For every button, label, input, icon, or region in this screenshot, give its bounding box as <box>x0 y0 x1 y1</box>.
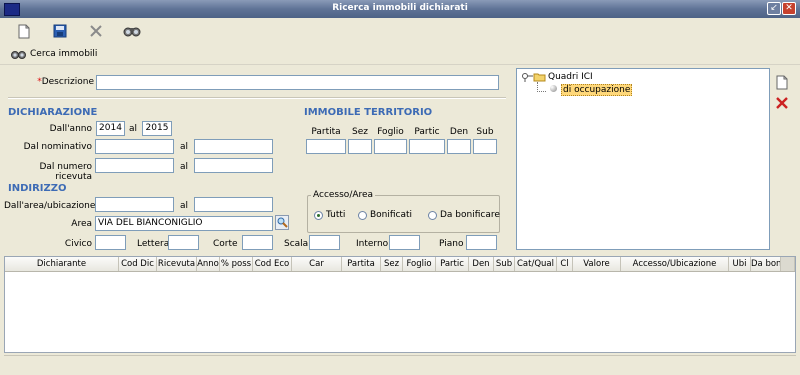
anno-from-input[interactable]: 2014 <box>96 121 125 136</box>
area-ubicazione-to-input[interactable] <box>194 197 273 212</box>
lettera-input[interactable] <box>168 235 199 250</box>
den-header: Den <box>449 127 469 137</box>
bonificati-radio[interactable] <box>358 211 367 220</box>
nominativo-label: Dal nominativo <box>23 142 92 152</box>
col-anno[interactable]: Anno <box>197 257 220 271</box>
bonificati-label[interactable]: Bonificati <box>370 210 412 220</box>
civico-label: Civico <box>64 239 92 249</box>
piano-input[interactable] <box>466 235 497 250</box>
ricevuta-label: Dal numero ricevuta <box>39 162 92 182</box>
tutti-label[interactable]: Tutti <box>326 210 345 220</box>
col-partita[interactable]: Partita <box>342 257 381 271</box>
corte-label: Corte <box>213 239 238 249</box>
col-ubi[interactable]: Ubi <box>729 257 751 271</box>
tree-expander-icon[interactable] <box>521 72 533 82</box>
col-accesso-ubicazione[interactable]: Accesso/Ubicazione <box>621 257 729 271</box>
col-sez[interactable]: Sez <box>381 257 403 271</box>
partita-header: Partita <box>311 127 341 137</box>
sub-input[interactable] <box>473 139 497 154</box>
corte-input[interactable] <box>242 235 273 250</box>
leaf-bullet-icon <box>550 85 557 92</box>
partita-input[interactable] <box>306 139 346 154</box>
col-cod-eco[interactable]: Cod Eco <box>253 257 292 271</box>
col-cl[interactable]: Cl <box>557 257 573 271</box>
indirizzo-section-title: INDIRIZZO <box>8 183 67 194</box>
anno-to-input[interactable]: 2015 <box>142 121 172 136</box>
col-perc-poss[interactable]: % poss <box>220 257 253 271</box>
partic-input[interactable] <box>409 139 445 154</box>
col-sub[interactable]: Sub <box>494 257 515 271</box>
remove-icon[interactable] <box>775 96 789 110</box>
col-cod-dic[interactable]: Cod Dic <box>119 257 157 271</box>
foglio-header: Foglio <box>377 127 404 137</box>
al-label: al <box>180 162 189 172</box>
area-ubicazione-from-input[interactable] <box>95 197 174 212</box>
den-input[interactable] <box>447 139 471 154</box>
col-valore[interactable]: Valore <box>573 257 621 271</box>
binoculars-icon <box>10 47 28 61</box>
sez-input[interactable] <box>348 139 372 154</box>
scala-label: Scala <box>284 239 309 249</box>
foglio-input[interactable] <box>374 139 407 154</box>
title-bar: Ricerca immobili dichiarati ↙ ✕ <box>0 0 800 18</box>
col-car[interactable]: Car <box>292 257 342 271</box>
search-icon[interactable] <box>275 215 289 230</box>
civico-input[interactable] <box>95 235 126 250</box>
sez-header: Sez <box>352 127 368 137</box>
new-document-icon[interactable] <box>13 22 35 40</box>
area-input[interactable]: VIA DEL BIANCONIGLIO <box>95 216 273 231</box>
tree-item-di-occupazione[interactable]: di occupazione <box>561 84 633 96</box>
folder-icon <box>533 72 546 82</box>
toolbar <box>0 18 800 44</box>
binoculars-icon[interactable] <box>121 22 143 40</box>
nominativo-from-input[interactable] <box>95 139 174 154</box>
col-cat-qual[interactable]: Cat/Qual <box>515 257 557 271</box>
descrizione-label: *Descrizione <box>37 77 94 87</box>
tutti-radio[interactable] <box>314 211 323 220</box>
tree-connector <box>537 82 546 92</box>
col-da-bon[interactable]: Da bon <box>751 257 781 271</box>
col-dichiarante[interactable]: Dichiarante <box>5 257 119 271</box>
col-partic[interactable]: Partic <box>436 257 469 271</box>
piano-label: Piano <box>439 239 464 249</box>
quadri-tree: Quadri ICI di occupazione <box>516 68 770 250</box>
col-den[interactable]: Den <box>469 257 494 271</box>
search-action-bar: Cerca immobili <box>0 44 800 65</box>
interno-label: Interno <box>356 239 389 249</box>
anno-label: Dall'anno <box>49 124 92 134</box>
col-foglio[interactable]: Foglio <box>403 257 436 271</box>
nominativo-to-input[interactable] <box>194 139 273 154</box>
grid-header: Dichiarante Cod Dic Ricevuta Anno % poss… <box>5 257 795 272</box>
status-bar <box>4 355 796 372</box>
col-ricevuta[interactable]: Ricevuta <box>157 257 197 271</box>
ricevuta-from-input[interactable] <box>95 158 174 173</box>
ricevuta-to-input[interactable] <box>194 158 273 173</box>
save-icon[interactable] <box>49 22 71 40</box>
accesso-area-title: Accesso/Area <box>311 190 376 200</box>
dichiarazione-section-title: DICHIARAZIONE <box>8 107 98 118</box>
window-title: Ricerca immobili dichiarati <box>332 3 468 13</box>
partic-header: Partic <box>414 127 440 137</box>
delete-icon[interactable] <box>85 22 107 40</box>
grid-header-filler <box>781 257 795 271</box>
da-bonificare-radio[interactable] <box>428 211 437 220</box>
scala-input[interactable] <box>309 235 340 250</box>
al-label: al <box>180 201 189 211</box>
area-ubicazione-label: Dall'area/ubicazione <box>4 201 96 211</box>
descrizione-input[interactable] <box>96 75 499 90</box>
sub-header: Sub <box>476 127 494 137</box>
lettera-label: Lettera <box>137 239 170 249</box>
search-properties-link[interactable]: Cerca immobili <box>30 49 97 59</box>
al-label: al <box>180 142 189 152</box>
restore-button[interactable]: ↙ <box>767 2 781 15</box>
close-window-button[interactable]: ✕ <box>782 2 796 15</box>
da-bonificare-label[interactable]: Da bonificare <box>440 210 500 220</box>
add-document-icon[interactable] <box>775 75 789 90</box>
interno-input[interactable] <box>389 235 420 250</box>
immobile-section-title: IMMOBILE TERRITORIO <box>304 107 433 118</box>
divider <box>8 97 506 99</box>
area-label: Area <box>71 219 92 229</box>
tree-root-label[interactable]: Quadri ICI <box>548 72 593 82</box>
al-label: al <box>129 124 138 134</box>
